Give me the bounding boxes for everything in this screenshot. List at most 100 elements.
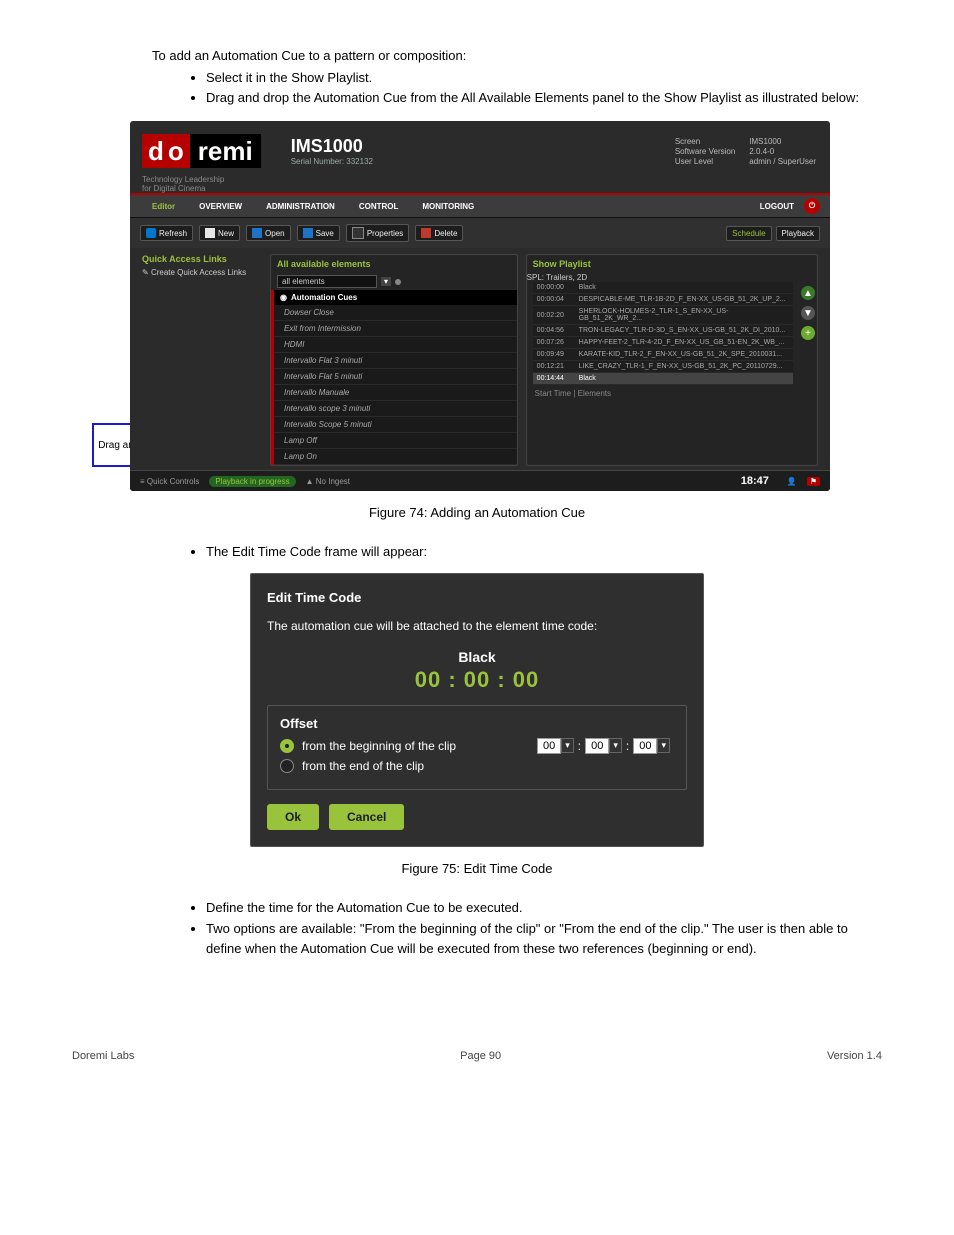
cue-item[interactable]: Intervallo Flat 5 minuti: [274, 369, 517, 385]
expand-icon: ◉: [280, 293, 287, 302]
refresh-icon: [146, 228, 156, 238]
edit-timecode-dialog: Edit Time Code The automation cue will b…: [250, 573, 704, 847]
caption-75: Figure 75: Edit Time Code: [70, 861, 884, 876]
ingest-status: ▲ No Ingest: [306, 477, 350, 486]
open-button[interactable]: Open: [246, 225, 291, 241]
cue-item[interactable]: Exit from Intermission: [274, 321, 517, 337]
create-qal-link[interactable]: ✎ Create Quick Access Links: [142, 268, 262, 277]
minutes-stepper[interactable]: 00▾: [585, 738, 622, 754]
power-icon[interactable]: ⏻: [804, 198, 820, 214]
doremi-logo: doremi: [142, 136, 261, 167]
available-title: All available elements: [271, 255, 517, 273]
chevron-down-icon[interactable]: ▾: [609, 738, 622, 753]
save-button[interactable]: Save: [297, 225, 340, 241]
ims-screenshot: doremi IMS1000 Serial Number: 332132 Scr…: [130, 121, 830, 491]
nav-overview[interactable]: OVERVIEW: [199, 202, 242, 211]
move-down-icon[interactable]: ▼: [801, 306, 815, 320]
radio-from-end[interactable]: [280, 759, 294, 773]
save-icon: [303, 228, 313, 238]
dropdown-icon[interactable]: ▾: [381, 277, 391, 286]
cue-item[interactable]: Lamp Off: [274, 433, 517, 449]
caption-74: Figure 74: Adding an Automation Cue: [70, 505, 884, 520]
device-info: ScreenIMS1000 Software Version2.0.4-0 Us…: [675, 137, 816, 166]
cancel-button[interactable]: Cancel: [329, 804, 404, 830]
add-icon[interactable]: +: [801, 326, 815, 340]
cue-item[interactable]: Intervallo Flat 3 minuti: [274, 353, 517, 369]
move-up-icon[interactable]: ▲: [801, 286, 815, 300]
playlist-row[interactable]: 00:04:56TRON-LEGACY_TLR-D-3D_S_EN-XX_US-…: [533, 325, 793, 337]
step-c-2: Two options are available: "From the beg…: [206, 919, 884, 961]
radio-from-beginning[interactable]: [280, 739, 294, 753]
cue-item[interactable]: HDMI: [274, 337, 517, 353]
label-from-beginning: from the beginning of the clip: [302, 739, 456, 753]
figure-74: Drag and Drop doremi IMS1000 Serial Numb…: [130, 121, 884, 491]
dialog-title: Edit Time Code: [267, 590, 687, 605]
playlist-row[interactable]: 00:00:00Black: [533, 282, 793, 294]
sidebar: Quick Access Links ✎ Create Quick Access…: [142, 254, 262, 466]
user-icon[interactable]: 👤: [787, 477, 797, 486]
cue-item[interactable]: Intervallo Manuale: [274, 385, 517, 401]
search-icon[interactable]: [395, 279, 401, 285]
status-bar: ≡ Quick Controls Playback in progress ▲ …: [130, 470, 830, 491]
footer-right: Version 1.4: [827, 1050, 882, 1062]
ims-header: doremi IMS1000 Serial Number: 332132 Scr…: [130, 121, 830, 181]
properties-button[interactable]: Properties: [346, 224, 409, 242]
cue-list: Dowser CloseExit from IntermissionHDMIIn…: [271, 305, 517, 465]
schedule-button[interactable]: Schedule: [726, 226, 771, 241]
main-nav: Editor OVERVIEW ADMINISTRATION CONTROL M…: [130, 193, 830, 218]
timecode-display: 00 : 00 : 00: [267, 667, 687, 693]
delete-button[interactable]: Delete: [415, 225, 463, 241]
nav-logout[interactable]: LOGOUT: [760, 202, 794, 211]
serial-number: Serial Number: 332132: [291, 157, 373, 166]
flag-icon[interactable]: ⚑: [807, 477, 820, 486]
playback-button[interactable]: Playback: [776, 226, 820, 241]
dialog-message: The automation cue will be attached to t…: [267, 619, 687, 633]
label-from-end: from the end of the clip: [302, 759, 424, 773]
available-elements-panel: All available elements all elements ▾ ◉A…: [270, 254, 518, 466]
element-name: Black: [267, 649, 687, 665]
cue-item[interactable]: Dowser Close: [274, 305, 517, 321]
playlist-row[interactable]: 00:14:44Black: [533, 373, 793, 385]
chevron-down-icon[interactable]: ▾: [657, 738, 670, 753]
new-icon: [205, 228, 215, 238]
nav-control[interactable]: CONTROL: [359, 202, 399, 211]
step-c-1: Define the time for the Automation Cue t…: [206, 898, 884, 919]
footer-left: Doremi Labs: [72, 1050, 134, 1062]
nav-editor[interactable]: Editor: [152, 202, 175, 211]
filter-select[interactable]: all elements: [277, 275, 377, 288]
step-a-2: Drag and drop the Automation Cue from th…: [206, 88, 884, 109]
step-b-1: The Edit Time Code frame will appear:: [206, 542, 884, 563]
playback-status: Playback in progress: [209, 476, 295, 487]
offset-label: Offset: [280, 716, 674, 731]
quick-controls[interactable]: ≡ Quick Controls: [140, 477, 199, 486]
toolbar: Refresh New Open Save Properties Delete …: [130, 218, 830, 248]
playlist-row[interactable]: 00:12:21LIKE_CRAZY_TLR-1_F_EN-XX_US-GB_5…: [533, 361, 793, 373]
playlist-row[interactable]: 00:02:20SHERLOCK-HOLMES-2_TLR-1_S_EN-XX_…: [533, 306, 793, 325]
playlist-row[interactable]: 00:09:49KARATE-KID_TLR-2_F_EN-XX_US-GB_5…: [533, 349, 793, 361]
offset-group: Offset from the beginning of the clip 00…: [267, 705, 687, 790]
category-automation-cues[interactable]: ◉Automation Cues: [271, 290, 517, 305]
ok-button[interactable]: Ok: [267, 804, 319, 830]
seconds-stepper[interactable]: 00▾: [633, 738, 670, 754]
delete-icon: [421, 228, 431, 238]
chevron-down-icon[interactable]: ▾: [561, 738, 574, 753]
playlist-row[interactable]: 00:07:26HAPPY-FEET-2_TLR-4-2D_F_EN-XX_US…: [533, 337, 793, 349]
cue-item[interactable]: Intervallo scope 3 minuti: [274, 401, 517, 417]
playlist-row[interactable]: 00:00:04DESPICABLE-ME_TLR-1B-2D_F_EN-XX_…: [533, 294, 793, 306]
tagline: Technology Leadershipfor Digital Cinema: [142, 175, 830, 193]
playlist-rows: 00:00:00Black00:00:04DESPICABLE-ME_TLR-1…: [533, 282, 793, 385]
footer-center: Page 90: [460, 1050, 501, 1062]
playlist-title: Show Playlist: [527, 255, 817, 273]
refresh-button[interactable]: Refresh: [140, 225, 193, 241]
new-button[interactable]: New: [199, 225, 240, 241]
nav-monitor[interactable]: MONITORING: [422, 202, 474, 211]
nav-admin[interactable]: ADMINISTRATION: [266, 202, 335, 211]
device-title: IMS1000: [291, 136, 373, 157]
cue-item[interactable]: Intervallo Scope 5 minuti: [274, 417, 517, 433]
hours-stepper[interactable]: 00▾: [537, 738, 574, 754]
cue-item[interactable]: Lamp On: [274, 449, 517, 465]
gear-icon: [352, 227, 364, 239]
open-icon: [252, 228, 262, 238]
playlist-footer: Start Time | Elements: [527, 385, 817, 402]
steps-b: The Edit Time Code frame will appear:: [180, 542, 884, 563]
